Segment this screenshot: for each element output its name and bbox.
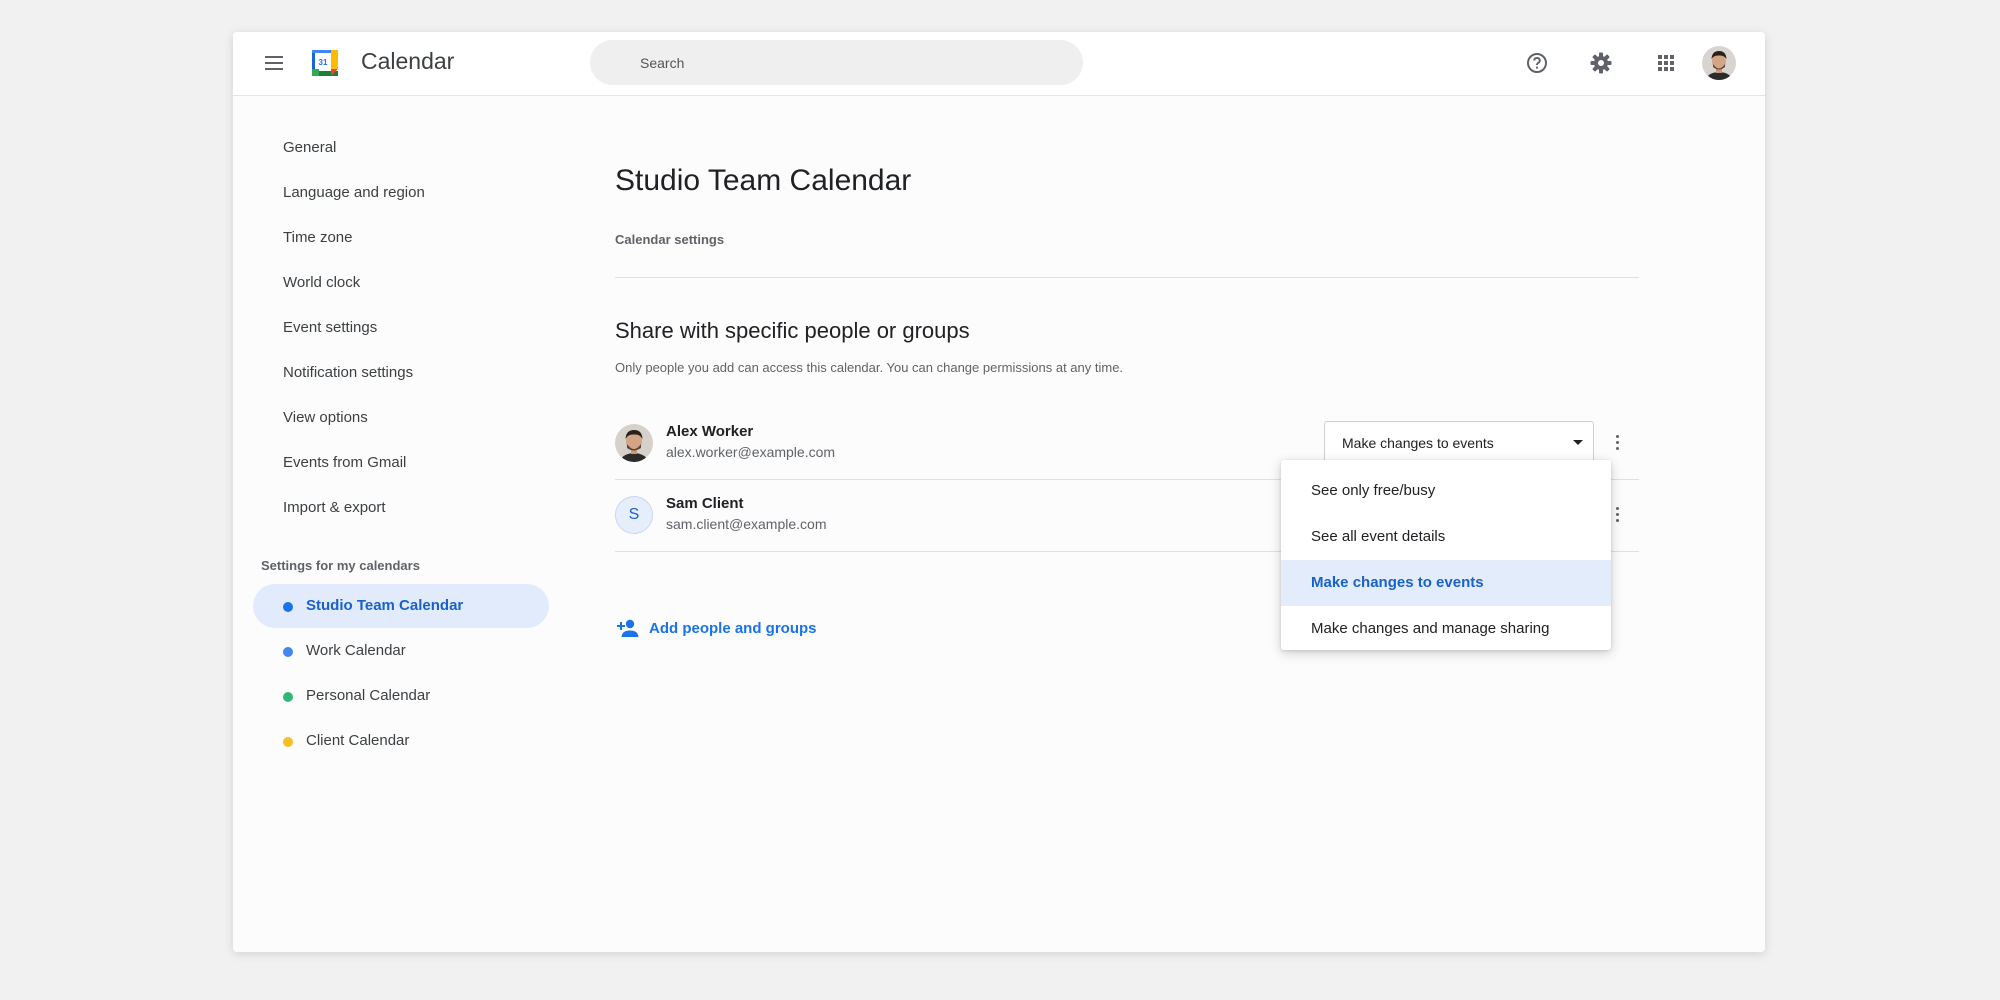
more-options-icon[interactable] [1607, 428, 1627, 456]
option-all-event-details[interactable]: See all event details [1281, 514, 1611, 560]
option-label: Make changes and manage sharing [1311, 620, 1550, 637]
sidebar-calendar-label: Work Calendar [306, 642, 406, 659]
help-icon[interactable] [1522, 48, 1552, 78]
person-name: Sam Client [666, 495, 744, 512]
option-manage-sharing[interactable]: Make changes and manage sharing [1281, 606, 1611, 652]
nav-notification-settings[interactable]: Notification settings [283, 364, 413, 381]
search-input[interactable] [640, 52, 1060, 74]
nav-general[interactable]: General [283, 139, 336, 156]
person-email: sam.client@example.com [666, 516, 827, 532]
permission-select[interactable]: Make changes to events [1324, 421, 1594, 463]
nav-language-and-region[interactable]: Language and region [283, 184, 425, 201]
calendar-color-dot [283, 602, 293, 612]
person-avatar [615, 424, 653, 462]
nav-import-export[interactable]: Import & export [283, 499, 386, 516]
option-label: Make changes to events [1311, 574, 1484, 591]
option-free-busy[interactable]: See only free/busy [1281, 468, 1611, 514]
add-person-icon [617, 618, 641, 645]
person-email: alex.worker@example.com [666, 444, 836, 460]
menu-icon[interactable] [263, 53, 285, 75]
calendar-logo-icon: 31 [312, 50, 338, 76]
calendar-color-dot [283, 692, 293, 702]
top-app-bar: 31 Calendar [233, 32, 1765, 96]
section-divider [615, 277, 1639, 278]
sidebar-calendar-label: Studio Team Calendar [306, 597, 464, 614]
calendar-color-dot [283, 737, 293, 747]
sidebar-calendar-label: Personal Calendar [306, 687, 431, 704]
settings-gear-icon[interactable] [1586, 48, 1616, 78]
search-bar[interactable] [590, 40, 1083, 85]
permission-select-value: Make changes to events [1342, 435, 1494, 451]
sidebar-calendar-client[interactable]: Client Calendar [253, 719, 549, 763]
logo-day-text: 31 [319, 58, 328, 67]
app-title: Calendar [361, 48, 455, 74]
share-section-description: Only people you add can access this cale… [615, 360, 1124, 375]
account-avatar[interactable] [1702, 46, 1736, 80]
calendar-color-dot [283, 647, 293, 657]
option-label: See all event details [1311, 528, 1446, 545]
page-title: Studio Team Calendar [615, 164, 912, 197]
nav-events-from-gmail[interactable]: Events from Gmail [283, 454, 406, 471]
app-window: 31 Calendar Search General Language and … [233, 32, 1765, 952]
option-make-changes[interactable]: Make changes to events [1281, 560, 1611, 606]
dropdown-caret-icon [1573, 440, 1583, 445]
sidebar-calendar-studio-team[interactable]: Studio Team Calendar [253, 584, 549, 628]
nav-time-zone[interactable]: Time zone [283, 229, 352, 246]
permission-dropdown-menu: See only free/busy See all event details… [1281, 460, 1611, 650]
nav-view-options[interactable]: View options [283, 409, 368, 426]
nav-event-settings[interactable]: Event settings [283, 319, 377, 336]
breadcrumb: Calendar settings [615, 232, 725, 247]
sidebar-calendar-work[interactable]: Work Calendar [253, 629, 549, 673]
person-name: Alex Worker [666, 423, 754, 440]
share-section-title: Share with specific people or groups [615, 318, 970, 343]
sidebar-calendar-label: Client Calendar [306, 732, 410, 749]
apps-grid-icon[interactable] [1651, 48, 1681, 78]
sidebar-calendar-personal[interactable]: Personal Calendar [253, 674, 549, 718]
option-label: See only free/busy [1311, 482, 1436, 499]
person-initial-avatar: S [615, 496, 653, 534]
my-calendars-section-label: Settings for my calendars [261, 558, 420, 573]
nav-world-clock[interactable]: World clock [283, 274, 360, 291]
add-people-label: Add people and groups [649, 620, 817, 637]
